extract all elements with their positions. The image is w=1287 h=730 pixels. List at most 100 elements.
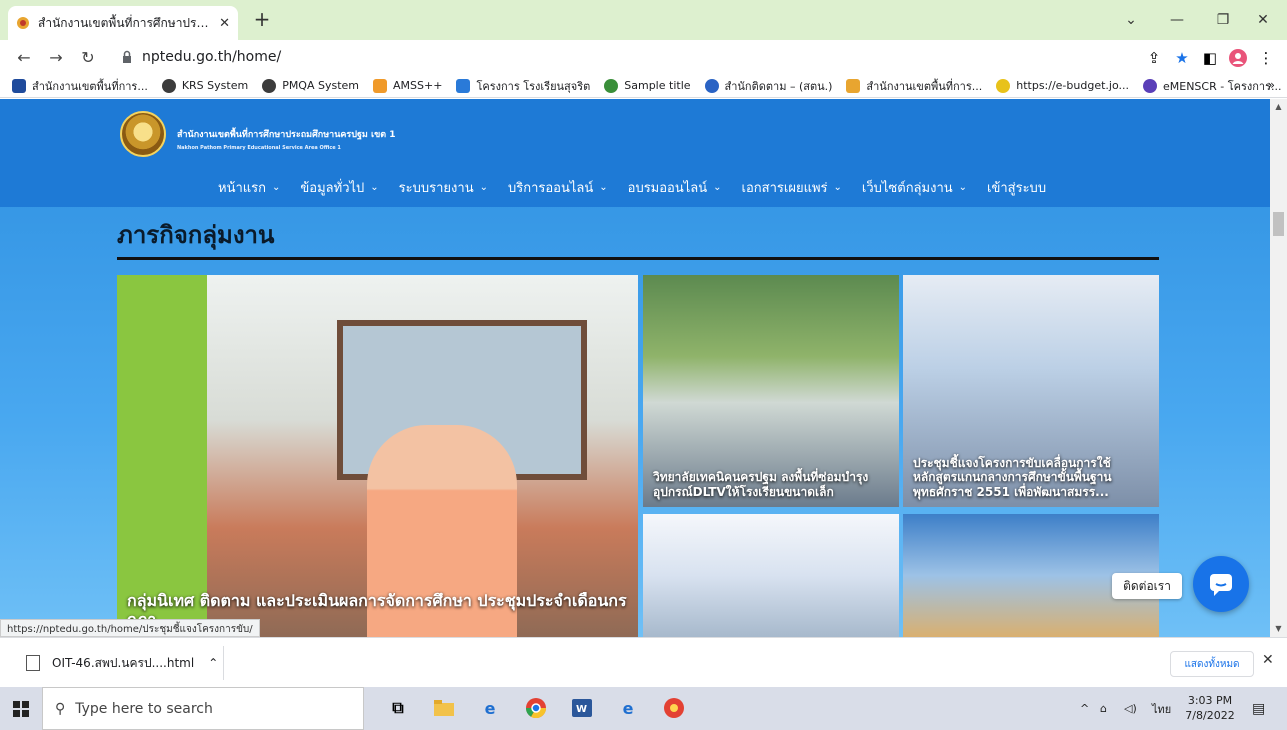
windows-logo-icon: [13, 700, 29, 717]
download-filename: OIT-46.สพป.นครป....html: [52, 655, 195, 670]
nav-item-online-services[interactable]: บริการออนไลน์ ⌄: [508, 177, 608, 198]
nav-item-reporting[interactable]: ระบบรายงาน ⌄: [399, 177, 488, 198]
bookmark-star-icon[interactable]: ★: [1172, 48, 1192, 68]
bookmark-item[interactable]: สำนักงานเขตพื้นที่การ...: [12, 77, 148, 95]
clock-date: 7/8/2022: [1185, 709, 1235, 722]
site-header: สำนักงานเขตพื้นที่การศึกษาประถมศึกษานครป…: [0, 99, 1270, 207]
scroll-thumb[interactable]: [1273, 212, 1284, 236]
word-icon[interactable]: W: [570, 696, 594, 720]
scroll-up-icon[interactable]: ▲: [1270, 99, 1287, 115]
news-card-caption: วิทยาลัยเทคนิคนครปฐม ลงพื้นที่ซ่อมบำรุง …: [653, 470, 869, 499]
scroll-down-icon[interactable]: ▼: [1270, 621, 1287, 637]
chat-label[interactable]: ติดต่อเรา: [1112, 573, 1182, 599]
menu-dots-icon[interactable]: ⋮: [1256, 48, 1276, 68]
tab-active[interactable]: สำนักงานเขตพื้นที่การศึกษาประถมศึก ✕: [8, 6, 238, 40]
clock-time: 3:03 PM: [1187, 694, 1233, 707]
input-language[interactable]: ไทย: [1152, 687, 1171, 730]
news-card[interactable]: วิทยาลัยเทคนิคนครปฐม ลงพื้นที่ซ่อมบำรุง …: [643, 275, 899, 507]
bookmark-item[interactable]: Sample title: [604, 78, 691, 93]
svg-text:W: W: [576, 704, 587, 715]
tab-title: สำนักงานเขตพื้นที่การศึกษาประถมศึก: [38, 15, 213, 30]
bookmark-icon: [704, 78, 719, 93]
bookmark-item[interactable]: สำนักงานเขตพื้นที่การ...: [846, 77, 982, 95]
bookmark-icon: [996, 78, 1011, 93]
taskbar-clock[interactable]: 3:03 PM 7/8/2022: [1182, 693, 1238, 723]
download-bar: OIT-46.สพป.นครป....html ⌃ แสดงทั้งหมด ✕: [0, 637, 1287, 687]
chrome-active-icon[interactable]: [662, 696, 686, 720]
file-explorer-icon[interactable]: [432, 696, 456, 720]
main-nav: หน้าแรก ⌄ ข้อมูลทั่วไป ⌄ ระบบรายงาน ⌄ บริกา…: [218, 177, 1046, 198]
section-title: ภารกิจกลุ่มงาน: [117, 221, 275, 249]
bookmark-item[interactable]: สำนักติดตาม – (สตน.): [704, 77, 832, 95]
nav-item-home[interactable]: หน้าแรก ⌄: [218, 177, 280, 198]
nav-item-online-training[interactable]: อบรมออนไลน์ ⌄: [628, 177, 722, 198]
lock-icon: [123, 50, 131, 63]
news-card[interactable]: ประชุมชี้แจงโครงการขับเคลื่อนการใช้ หลัก…: [903, 275, 1159, 507]
news-card-featured[interactable]: กลุ่มนิเทศ ติดตาม และประเมินผลการจัดการศ…: [117, 275, 638, 637]
bookmark-item[interactable]: KRS System: [161, 78, 248, 93]
bookmark-item[interactable]: eMENSCR - โครงการ...: [1142, 77, 1281, 95]
org-logo[interactable]: [120, 111, 166, 157]
chat-bubble-icon: [1210, 574, 1232, 596]
nav-item-documents[interactable]: เอกสารเผยแพร่ ⌄: [742, 177, 842, 198]
bookmark-item[interactable]: AMSS++: [373, 78, 442, 93]
chevron-up-icon[interactable]: ⌃: [208, 656, 218, 670]
bookmarks-overflow-icon[interactable]: »: [1268, 78, 1275, 92]
chevron-down-icon: ⌄: [272, 182, 281, 193]
news-card-caption: ประชุมชี้แจงโครงการขับเคลื่อนการใช้ หลัก…: [913, 455, 1112, 499]
network-icon[interactable]: ⌂: [1100, 687, 1107, 730]
bookmarks-bar: สำนักงานเขตพื้นที่การ... KRS System PMQA…: [0, 74, 1287, 98]
tab-close-icon[interactable]: ✕: [219, 16, 230, 31]
windows-taskbar: ⚲ Type here to search ⧉ e W e ^ ⌂ ◁) ไทย…: [0, 687, 1287, 730]
forward-button[interactable]: →: [46, 48, 66, 68]
search-icon: ⚲: [55, 700, 66, 717]
org-name-en: Nakhon Pathom Primary Educational Servic…: [177, 145, 341, 151]
bookmark-icon: [12, 78, 26, 93]
bookmark-icon: [846, 78, 861, 93]
chat-button[interactable]: [1193, 556, 1249, 612]
page-viewport: สำนักงานเขตพื้นที่การศึกษาประถมศึกษานครป…: [0, 99, 1270, 637]
task-view-icon[interactable]: ⧉: [386, 696, 410, 720]
notifications-icon[interactable]: ▤: [1252, 687, 1265, 730]
start-button[interactable]: [0, 687, 42, 730]
site-favicon-icon: [17, 17, 29, 29]
tab-search-icon[interactable]: ⌄: [1108, 0, 1154, 40]
nav-item-login[interactable]: เข้าสู่ระบบ: [987, 177, 1046, 198]
chevron-down-icon: ⌄: [833, 182, 842, 193]
file-icon: [26, 655, 40, 671]
reload-button[interactable]: ↻: [78, 48, 98, 68]
bookmark-item[interactable]: โครงการ โรงเรียนสุจริต: [456, 77, 590, 95]
show-all-downloads-button[interactable]: แสดงทั้งหมด: [1170, 651, 1254, 677]
news-card[interactable]: [643, 514, 899, 637]
bookmark-icon: [161, 78, 176, 93]
side-panel-icon[interactable]: ◧: [1200, 48, 1220, 68]
minimize-button[interactable]: —: [1154, 0, 1200, 40]
chrome-icon[interactable]: [524, 696, 548, 720]
bookmark-item[interactable]: https://e-budget.jo...: [996, 78, 1129, 93]
nav-item-general-info[interactable]: ข้อมูลทั่วไป ⌄: [300, 177, 378, 198]
taskbar-search-box[interactable]: ⚲ Type here to search: [42, 687, 364, 730]
bookmark-item[interactable]: PMQA System: [262, 78, 359, 93]
volume-icon[interactable]: ◁): [1124, 687, 1137, 730]
edge-legacy-icon[interactable]: e: [478, 696, 502, 720]
status-bar-url: https://nptedu.go.th/home/ประชุมชี้แจงโค…: [0, 619, 260, 637]
download-item[interactable]: OIT-46.สพป.นครป....html ⌃: [12, 646, 224, 680]
share-icon[interactable]: ⇪: [1144, 48, 1164, 68]
address-text: nptedu.go.th/home/: [142, 49, 282, 65]
nav-item-group-sites[interactable]: เว็บไซต์กลุ่มงาน ⌄: [862, 177, 967, 198]
chevron-down-icon: ⌄: [958, 182, 968, 193]
address-bar[interactable]: nptedu.go.th/home/: [106, 44, 1166, 70]
tray-chevron-icon[interactable]: ^: [1080, 687, 1089, 730]
back-button[interactable]: ←: [14, 48, 34, 68]
bookmark-icon: [604, 78, 619, 93]
new-tab-button[interactable]: +: [250, 8, 274, 32]
chevron-down-icon: ⌄: [479, 182, 488, 193]
bookmark-icon: [373, 78, 388, 93]
close-window-button[interactable]: ✕: [1240, 0, 1286, 40]
bookmark-icon: [1142, 78, 1157, 93]
ie-icon[interactable]: e: [616, 696, 640, 720]
close-download-bar-icon[interactable]: ✕: [1262, 652, 1274, 668]
page-scrollbar[interactable]: ▲ ▼: [1270, 99, 1287, 637]
org-name-th: สำนักงานเขตพื้นที่การศึกษาประถมศึกษานครป…: [177, 130, 396, 140]
profile-avatar[interactable]: [1228, 48, 1248, 68]
